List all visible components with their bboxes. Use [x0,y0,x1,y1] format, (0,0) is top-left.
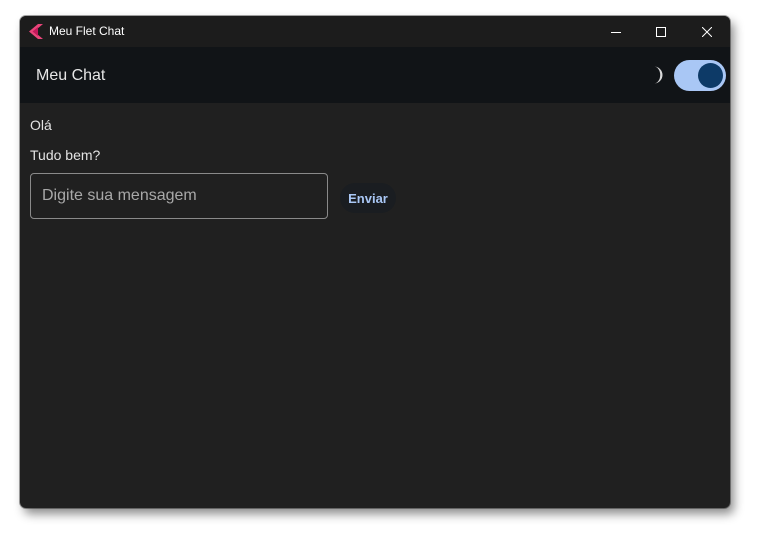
moon-icon [654,66,663,84]
message-input-container [30,173,328,219]
maximize-icon [656,26,666,37]
flet-logo-icon [29,24,43,39]
message-input[interactable] [31,174,327,218]
dark-mode-switch[interactable] [674,60,726,91]
chat-message: Tudo bem? [30,147,101,163]
window-title: Meu Flet Chat [49,24,125,38]
send-button[interactable]: Enviar [340,183,396,213]
chat-message: Olá [30,117,52,133]
title-bar[interactable]: Meu Flet Chat [20,16,730,47]
minimize-button[interactable] [593,16,639,47]
app-bar: Meu Chat [20,47,730,103]
app-bar-title: Meu Chat [36,67,106,84]
app-window: Meu Flet Chat Meu Chat Olá Tudo bem? Dig… [20,16,730,508]
close-icon [702,26,712,37]
chat-area: Olá Tudo bem? Enviar [20,103,730,508]
minimize-icon [611,31,621,33]
close-button[interactable] [684,16,730,47]
switch-thumb [698,63,723,88]
maximize-button[interactable] [638,16,684,47]
